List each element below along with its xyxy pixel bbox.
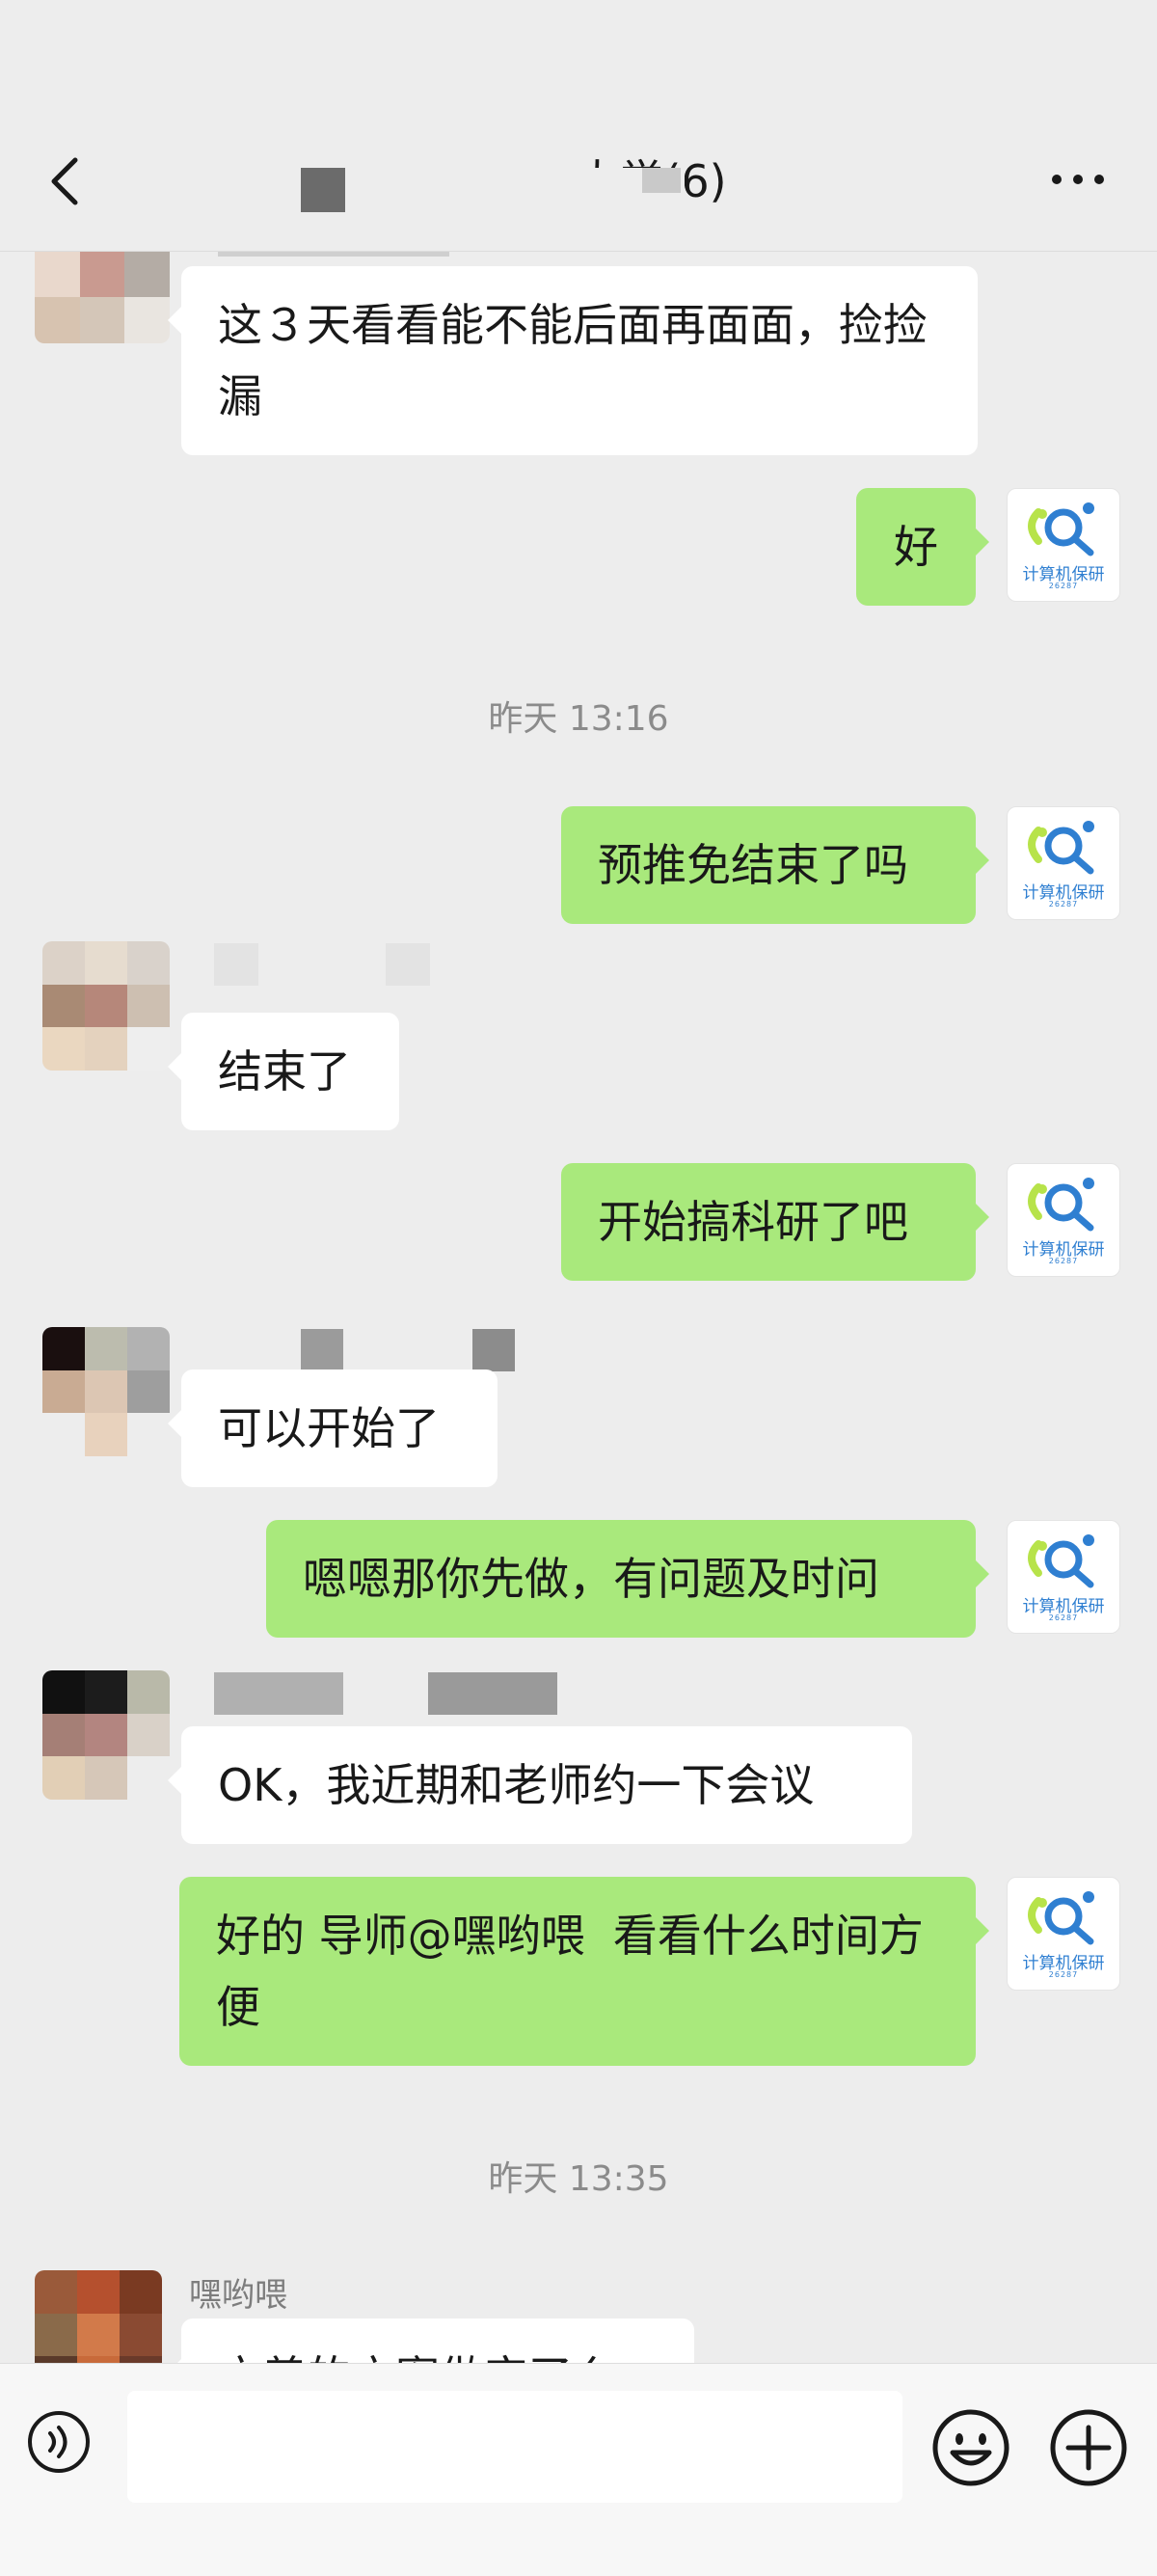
avatar[interactable] — [42, 1327, 170, 1456]
message-bubble[interactable]: 方善的方案做完了么 — [168, 2318, 694, 2363]
avatar[interactable] — [35, 251, 170, 343]
redacted-name — [472, 1329, 515, 1371]
self-avatar[interactable]: 计算机保研 26287 — [1007, 1877, 1120, 1991]
logo-icon — [1028, 502, 1094, 556]
redacted-block — [540, 168, 685, 212]
logo-icon — [1028, 1534, 1094, 1588]
message-bubble[interactable]: 预推免结束了吗 — [561, 806, 989, 924]
message-bubble[interactable]: 这３天看看能不能后面再面面，捡捡漏 — [168, 266, 978, 455]
message-bubble[interactable]: 好 — [856, 488, 989, 606]
avatar-sub: 26287 — [1048, 900, 1079, 908]
message-bubble[interactable]: OK，我近期和老师约一下会议 — [168, 1726, 912, 1844]
message-bubble[interactable]: 可以开始了 — [168, 1369, 498, 1487]
self-avatar[interactable]: 计算机保研 26287 — [1007, 1520, 1120, 1634]
message-bubble[interactable]: 结束了 — [168, 1013, 399, 1130]
avatar[interactable] — [42, 1670, 170, 1800]
plus-icon[interactable] — [1049, 2408, 1128, 2487]
logo-icon — [1028, 1178, 1094, 1232]
avatar-sub: 26287 — [1048, 1613, 1079, 1622]
emoji-icon[interactable] — [931, 2408, 1010, 2487]
message-bubble[interactable]: 好的 导师@嘿哟喂 看看什么时间方便 — [179, 1877, 989, 2066]
avatar-sub: 26287 — [1048, 1970, 1079, 1979]
redacted-name — [386, 943, 430, 986]
redacted-name — [301, 1329, 343, 1371]
logo-icon — [1028, 1891, 1094, 1945]
avatar-sub: 26287 — [1048, 582, 1079, 590]
chat-header: 大学(6) — [0, 0, 1157, 252]
message-bubble[interactable]: 开始搞科研了吧 — [561, 1163, 989, 1281]
message-bubble[interactable]: 嗯嗯那你先做，有问题及时问 — [266, 1520, 989, 1638]
timestamp: 昨天 13:16 — [488, 699, 669, 739]
message-input[interactable] — [127, 2391, 902, 2503]
timestamp: 昨天 13:35 — [488, 2159, 669, 2199]
self-avatar[interactable]: 计算机保研 26287 — [1007, 1163, 1120, 1277]
message-list[interactable]: 这３天看看能不能后面再面面，捡捡漏 好 计算机保研 26287 昨天 13:16… — [0, 251, 1157, 2363]
redacted-name — [214, 943, 258, 986]
more-icon[interactable] — [1049, 168, 1107, 191]
self-avatar[interactable]: 计算机保研 26287 — [1007, 806, 1120, 920]
input-bar — [0, 2363, 1157, 2576]
avatar[interactable] — [35, 2270, 162, 2363]
redacted-name — [428, 1672, 557, 1715]
self-avatar[interactable]: 计算机保研 26287 — [1007, 488, 1120, 602]
voice-icon[interactable] — [27, 2410, 91, 2474]
sender-name: 嘿哟喂 — [189, 2276, 287, 2315]
redacted-name — [214, 1672, 343, 1715]
avatar-sub: 26287 — [1048, 1257, 1079, 1265]
logo-icon — [1028, 821, 1094, 875]
avatar[interactable] — [42, 941, 170, 1071]
